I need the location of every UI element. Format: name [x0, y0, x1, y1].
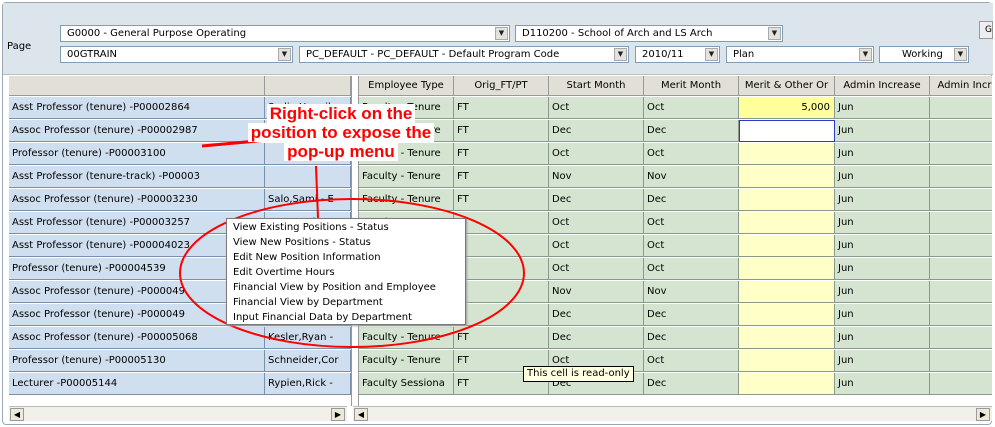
annotation-callout: Right-click on the position to expose th… — [236, 104, 446, 161]
annotation-overlay — [179, 138, 525, 348]
pointer-line — [315, 165, 319, 219]
context-menu-item[interactable]: Financial View by Position and Employee — [227, 280, 465, 295]
callout-line-1: Right-click on the — [266, 104, 416, 123]
context-menu-item[interactable]: Edit New Position Information — [227, 250, 465, 265]
context-menu-item[interactable]: View New Positions - Status — [227, 235, 465, 250]
context-menu-item[interactable]: Financial View by Department — [227, 295, 465, 310]
callout-line-2: position to expose the — [247, 123, 435, 142]
context-menu-item[interactable]: Input Financial Data by Department — [227, 310, 465, 325]
context-menu-item[interactable]: View Existing Positions - Status — [227, 220, 465, 235]
context-menu: View Existing Positions - Status View New… — [226, 218, 466, 325]
context-menu-item[interactable]: Edit Overtime Hours — [227, 265, 465, 280]
callout-line-3: pop-up menu — [284, 142, 398, 161]
read-only-tooltip: This cell is read-only — [523, 366, 634, 382]
